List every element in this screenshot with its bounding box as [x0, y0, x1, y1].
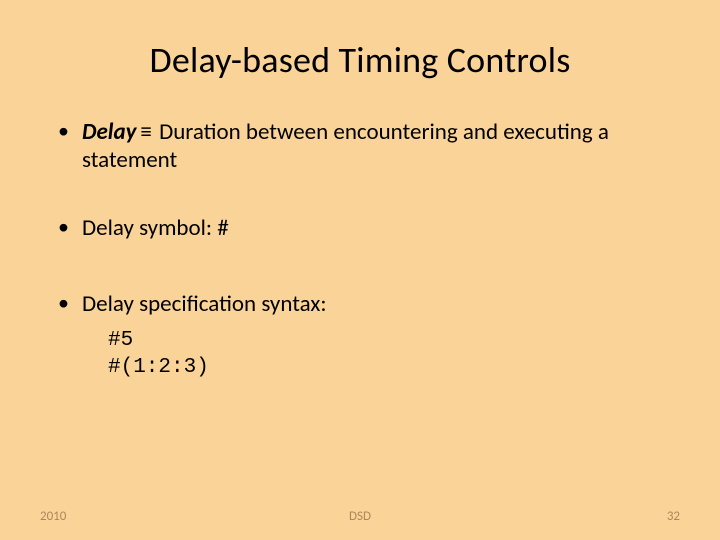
slide: Delay-based Timing Controls Delay≡ Durat…	[0, 0, 720, 540]
bullet-delay-symbol: Delay symbol: #	[58, 214, 680, 242]
bullet-delay-definition: Delay≡ Duration between encountering and…	[58, 118, 680, 174]
footer-year: 2010	[40, 509, 66, 524]
bullet-delay-syntax: Delay specification syntax:	[58, 290, 680, 318]
delay-definition-text: Duration between encountering and execut…	[82, 118, 609, 174]
bullet-list: Delay≡ Duration between encountering and…	[40, 118, 680, 318]
footer-page-number: 32	[667, 509, 680, 524]
footer-center: DSD	[349, 509, 371, 524]
code-example: #5 #(1:2:3)	[40, 328, 680, 382]
slide-title: Delay-based Timing Controls	[40, 38, 680, 82]
delay-term: Delay	[82, 118, 136, 146]
equiv-symbol: ≡	[136, 118, 153, 146]
